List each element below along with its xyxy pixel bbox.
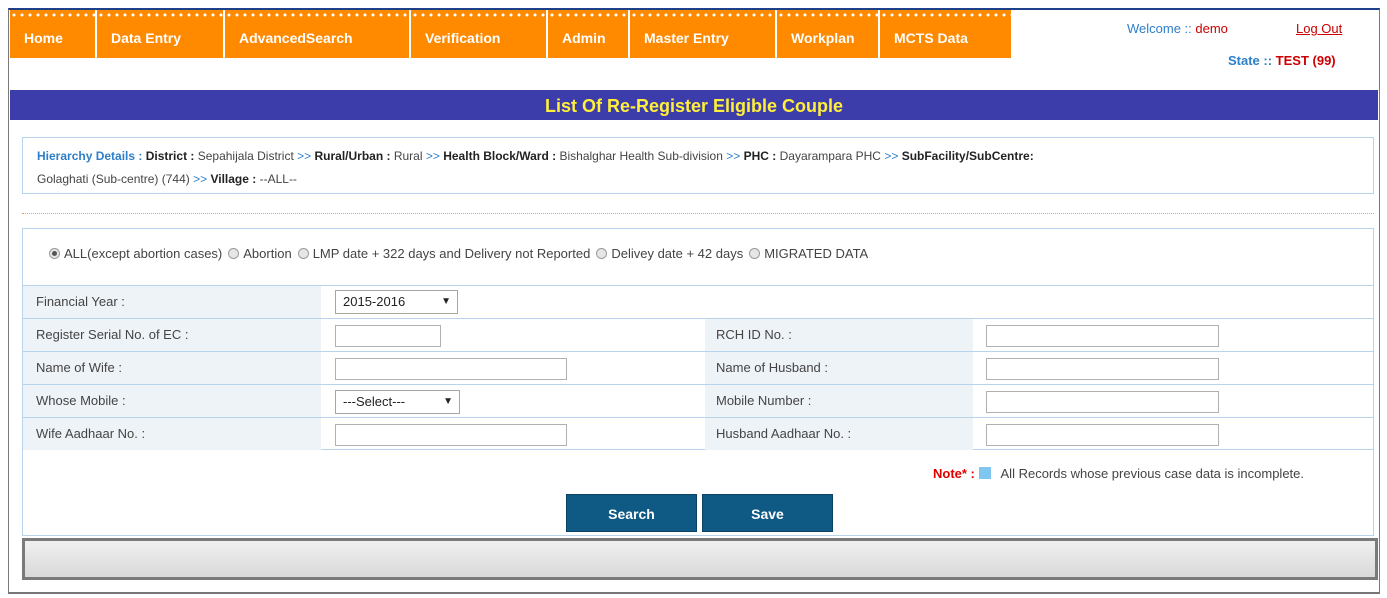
page-title: List Of Re-Register Eligible Couple (10, 90, 1378, 120)
radio-abortion-option[interactable]: Abortion (228, 246, 292, 261)
subcentre-label: SubFacility/SubCentre: (901, 149, 1034, 163)
radio-all-option[interactable]: ALL(except abortion cases) (49, 246, 222, 261)
financial-year-value: 2015-2016 (343, 294, 406, 309)
radio-label: MIGRATED DATA (764, 246, 869, 261)
menu-admin[interactable]: Admin (548, 10, 630, 58)
username: demo (1195, 21, 1228, 36)
hierarchy-details: Hierarchy Details : District : Sepahijal… (22, 137, 1374, 194)
note: Note* : All Records whose previous case … (933, 466, 1304, 481)
note-text: All Records whose previous case data is … (1000, 466, 1304, 481)
rural-label: Rural/Urban : (314, 149, 394, 163)
phc-label: PHC : (743, 149, 780, 163)
wife-name-label: Name of Wife : (36, 360, 122, 375)
form-row-serial: Register Serial No. of EC : RCH ID No. : (23, 318, 1373, 351)
radio-button[interactable] (297, 248, 309, 259)
save-button[interactable]: Save (702, 494, 833, 532)
serial-input[interactable] (335, 325, 441, 347)
menu-mcts-data[interactable]: MCTS Data (880, 10, 1011, 58)
serial-label: Register Serial No. of EC : (36, 327, 189, 342)
wife-name-input[interactable] (335, 358, 567, 380)
radio-label: Abortion (243, 246, 292, 261)
mobile-number-input[interactable] (986, 391, 1219, 413)
form-row-mobile: Whose Mobile : ---Select--- ▼ Mobile Num… (23, 384, 1373, 417)
whose-mobile-label: Whose Mobile : (36, 393, 126, 408)
results-bar (22, 538, 1378, 580)
dropdown-arrow-icon: ▼ (443, 396, 453, 407)
rural-value: Rural (393, 149, 423, 163)
rch-label: RCH ID No. : (716, 327, 792, 342)
menu-master-entry[interactable]: Master Entry (630, 10, 777, 58)
radio-label: Delivey date + 42 days (611, 246, 744, 261)
form-row-aadhaar: Wife Aadhaar No. : Husband Aadhaar No. : (23, 417, 1373, 450)
husband-aadhaar-input[interactable] (986, 424, 1219, 446)
search-button[interactable]: Search (566, 494, 697, 532)
radio-button[interactable] (228, 248, 240, 259)
welcome-label: Welcome :: (1127, 21, 1196, 36)
wife-aadhaar-input[interactable] (335, 424, 567, 446)
note-label: Note* : (933, 466, 975, 481)
financial-year-select[interactable]: 2015-2016 ▼ (335, 290, 458, 314)
dotted-divider (22, 213, 1374, 214)
radio-delivery-option[interactable]: Delivey date + 42 days (596, 246, 743, 261)
form-row-financial-year: Financial Year : 2015-2016 ▼ (23, 285, 1373, 318)
dropdown-arrow-icon: ▼ (441, 296, 451, 307)
state-label: State :: (1228, 53, 1276, 68)
menu-home[interactable]: Home (10, 10, 97, 58)
block-label: Health Block/Ward : (443, 149, 560, 163)
menu-data-entry[interactable]: Data Entry (97, 10, 225, 58)
radio-label: LMP date + 322 days and Delivery not Rep… (312, 246, 591, 261)
hierarchy-separator: >> (425, 149, 440, 163)
financial-year-label: Financial Year : (36, 294, 125, 309)
mobile-number-label: Mobile Number : (716, 393, 812, 408)
district-value: Sepahijala District (197, 149, 294, 163)
village-label: Village : (210, 172, 260, 186)
village-value: --ALL-- (259, 172, 297, 186)
subcentre-value: Golaghati (Sub-centre) (744) (37, 172, 190, 186)
husband-name-label: Name of Husband : (716, 360, 829, 375)
husband-aadhaar-label: Husband Aadhaar No. : (716, 426, 852, 441)
radio-label: ALL(except abortion cases) (64, 246, 223, 261)
radio-migrated-option[interactable]: MIGRATED DATA (749, 246, 868, 261)
hierarchy-separator: >> (193, 172, 208, 186)
rch-input[interactable] (986, 325, 1219, 347)
whose-mobile-select[interactable]: ---Select--- ▼ (335, 390, 460, 414)
hierarchy-label: Hierarchy Details : (37, 149, 146, 163)
block-value: Bishalghar Health Sub-division (559, 149, 723, 163)
filter-radio-group: ALL(except abortion cases) Abortion LMP … (49, 246, 874, 261)
menu-workplan[interactable]: Workplan (777, 10, 880, 58)
husband-name-input[interactable] (986, 358, 1219, 380)
radio-button[interactable] (596, 248, 608, 259)
main-menu: Home Data Entry AdvancedSearch Verificat… (10, 10, 1011, 58)
menu-advanced-search[interactable]: AdvancedSearch (225, 10, 411, 58)
hierarchy-separator: >> (884, 149, 899, 163)
radio-lmp-option[interactable]: LMP date + 322 days and Delivery not Rep… (297, 246, 591, 261)
menu-verification[interactable]: Verification (411, 10, 548, 58)
phc-value: Dayarampara PHC (779, 149, 881, 163)
form-row-names: Name of Wife : Name of Husband : (23, 351, 1373, 384)
incomplete-legend-swatch (978, 467, 991, 479)
state-value: TEST (99) (1275, 53, 1336, 68)
hierarchy-separator: >> (726, 149, 741, 163)
welcome-text: Welcome :: demo (1127, 21, 1228, 36)
radio-button[interactable] (49, 248, 60, 259)
wife-aadhaar-label: Wife Aadhaar No. : (36, 426, 146, 441)
radio-button[interactable] (749, 248, 761, 259)
hierarchy-separator: >> (297, 149, 312, 163)
logout-link[interactable]: Log Out (1296, 21, 1342, 36)
search-form: ALL(except abortion cases) Abortion LMP … (22, 228, 1374, 536)
district-label: District : (145, 149, 198, 163)
whose-mobile-value: ---Select--- (343, 394, 406, 409)
state-text: State :: TEST (99) (1228, 53, 1336, 68)
